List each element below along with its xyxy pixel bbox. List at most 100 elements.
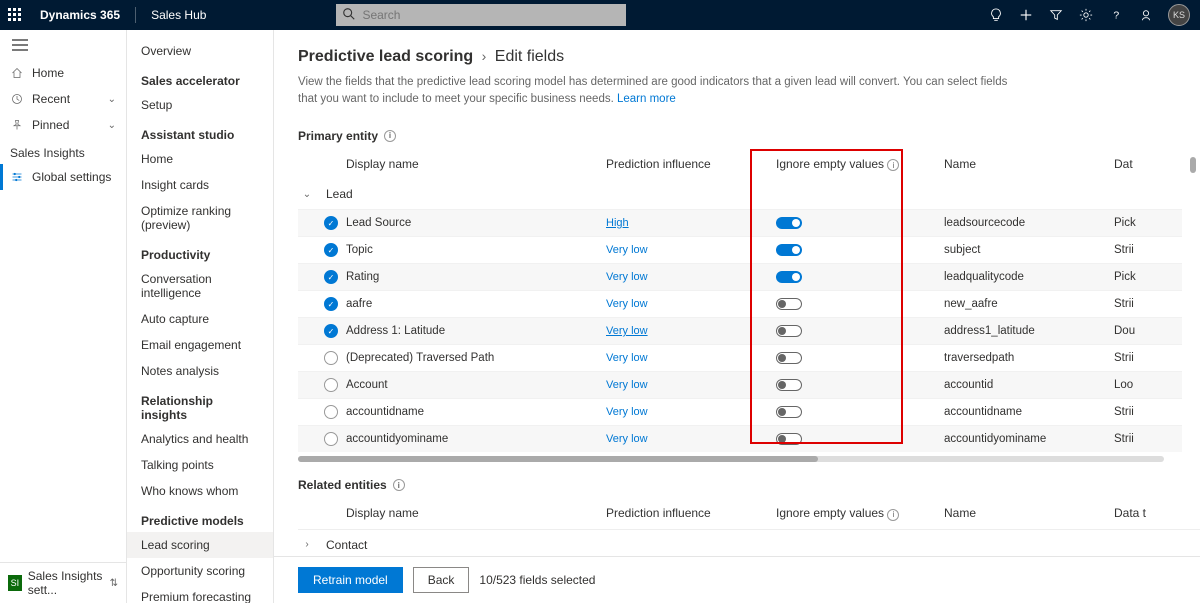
side-lead[interactable]: Lead scoring <box>127 532 273 558</box>
retrain-button[interactable]: Retrain model <box>298 567 403 593</box>
side-talking[interactable]: Talking points <box>127 452 273 478</box>
app-launcher-icon[interactable] <box>0 0 30 30</box>
ignore-toggle[interactable] <box>776 352 802 364</box>
ignore-toggle[interactable] <box>776 271 802 283</box>
info-icon[interactable]: i <box>887 509 899 521</box>
info-icon[interactable]: i <box>887 159 899 171</box>
footer-bar: Retrain model Back 10/523 fields selecte… <box>274 556 1200 603</box>
ignore-toggle[interactable] <box>776 379 802 391</box>
pin-icon <box>10 119 24 131</box>
group-lead[interactable]: ⌄ Lead <box>298 179 1182 209</box>
ignore-toggle[interactable] <box>776 244 802 256</box>
search-icon <box>342 7 356 21</box>
hamburger-icon[interactable] <box>0 30 126 60</box>
nav-recent[interactable]: Recent ⌄ <box>0 86 126 112</box>
row-checkbox[interactable]: ✓ <box>324 243 338 257</box>
side-premium[interactable]: Premium forecasting <box>127 584 273 603</box>
side-auto[interactable]: Auto capture <box>127 306 273 332</box>
table-row: ✓TopicVery lowsubjectStrii <box>298 236 1182 263</box>
side-analytics[interactable]: Analytics and health <box>127 426 273 452</box>
row-datatype: Pick <box>1114 217 1182 229</box>
side-section: Sales accelerator <box>127 64 273 92</box>
row-display: accountidyominame <box>346 433 606 445</box>
ignore-toggle[interactable] <box>776 433 802 445</box>
prediction-link[interactable]: Very low <box>606 352 648 364</box>
side-conv[interactable]: Conversation intelligence <box>127 266 273 306</box>
group-contact[interactable]: › Contact <box>298 529 1200 557</box>
prediction-link[interactable]: Very low <box>606 325 648 337</box>
col-ignore[interactable]: Ignore empty values i <box>776 506 944 521</box>
assistant-icon[interactable] <box>1138 7 1154 23</box>
col-ignore[interactable]: Ignore empty values i <box>776 157 944 172</box>
rows-container: ✓Lead SourceHighleadsourcecodePick✓Topic… <box>298 209 1182 452</box>
vertical-scrollbar[interactable] <box>1190 157 1196 173</box>
row-name: address1_latitude <box>944 325 1114 337</box>
row-display: Address 1: Latitude <box>346 325 606 337</box>
row-datatype: Strii <box>1114 433 1182 445</box>
col-prediction[interactable]: Prediction influence <box>606 157 776 172</box>
search-input[interactable] <box>336 4 626 26</box>
row-checkbox[interactable] <box>324 405 338 419</box>
col-display[interactable]: Display name <box>346 506 606 521</box>
gear-icon[interactable] <box>1078 7 1094 23</box>
filter-icon[interactable] <box>1048 7 1064 23</box>
side-email[interactable]: Email engagement <box>127 332 273 358</box>
row-datatype: Strii <box>1114 244 1182 256</box>
side-overview[interactable]: Overview <box>127 38 273 64</box>
prediction-link[interactable]: Very low <box>606 244 648 256</box>
ignore-toggle[interactable] <box>776 325 802 337</box>
prediction-link[interactable]: Very low <box>606 406 648 418</box>
ignore-toggle[interactable] <box>776 406 802 418</box>
nav-bottom-selector[interactable]: SI Sales Insights sett... ⇅ <box>0 562 126 603</box>
side-who[interactable]: Who knows whom <box>127 478 273 504</box>
row-checkbox[interactable]: ✓ <box>324 297 338 311</box>
col-data[interactable]: Data t <box>1114 506 1200 521</box>
learn-more-link[interactable]: Learn more <box>617 93 676 105</box>
top-bar: Dynamics 365 Sales Hub ? KS <box>0 0 1200 30</box>
col-prediction[interactable]: Prediction influence <box>606 506 776 521</box>
table-row: accountidyominameVery lowaccountidyomina… <box>298 425 1182 452</box>
avatar[interactable]: KS <box>1168 4 1190 26</box>
side-notes[interactable]: Notes analysis <box>127 358 273 384</box>
side-insight[interactable]: Insight cards <box>127 172 273 198</box>
prediction-link[interactable]: Very low <box>606 271 648 283</box>
nav-global-settings[interactable]: Global settings <box>0 164 126 190</box>
info-icon[interactable]: i <box>393 479 405 491</box>
row-checkbox[interactable] <box>324 378 338 392</box>
home-icon <box>10 67 24 79</box>
side-section: Productivity <box>127 238 273 266</box>
row-checkbox[interactable]: ✓ <box>324 270 338 284</box>
lightbulb-icon[interactable] <box>988 7 1004 23</box>
side-setup[interactable]: Setup <box>127 92 273 118</box>
side-optimize[interactable]: Optimize ranking (preview) <box>127 198 273 238</box>
back-button[interactable]: Back <box>413 567 470 593</box>
row-checkbox[interactable] <box>324 432 338 446</box>
nav-pinned[interactable]: Pinned ⌄ <box>0 112 126 138</box>
row-datatype: Strii <box>1114 352 1182 364</box>
info-icon[interactable]: i <box>384 130 396 142</box>
side-home[interactable]: Home <box>127 146 273 172</box>
side-opp[interactable]: Opportunity scoring <box>127 558 273 584</box>
ignore-toggle[interactable] <box>776 298 802 310</box>
row-name: accountid <box>944 379 1114 391</box>
nav-home[interactable]: Home <box>0 60 126 86</box>
col-name[interactable]: Name <box>944 157 1114 172</box>
plus-icon[interactable] <box>1018 7 1034 23</box>
table-row: AccountVery lowaccountidLoo <box>298 371 1182 398</box>
breadcrumb-root[interactable]: Predictive lead scoring <box>298 48 473 65</box>
prediction-link[interactable]: Very low <box>606 379 648 391</box>
col-name[interactable]: Name <box>944 506 1114 521</box>
horizontal-scrollbar[interactable] <box>298 456 1164 462</box>
divider <box>135 7 136 23</box>
help-icon[interactable]: ? <box>1108 7 1124 23</box>
row-checkbox[interactable]: ✓ <box>324 216 338 230</box>
row-checkbox[interactable]: ✓ <box>324 324 338 338</box>
prediction-link[interactable]: Very low <box>606 433 648 445</box>
col-display[interactable]: Display name <box>346 157 606 172</box>
prediction-link[interactable]: High <box>606 217 629 229</box>
col-data[interactable]: Dat <box>1114 157 1182 172</box>
ignore-toggle[interactable] <box>776 217 802 229</box>
row-checkbox[interactable] <box>324 351 338 365</box>
si-badge: SI <box>8 575 22 591</box>
prediction-link[interactable]: Very low <box>606 298 648 310</box>
